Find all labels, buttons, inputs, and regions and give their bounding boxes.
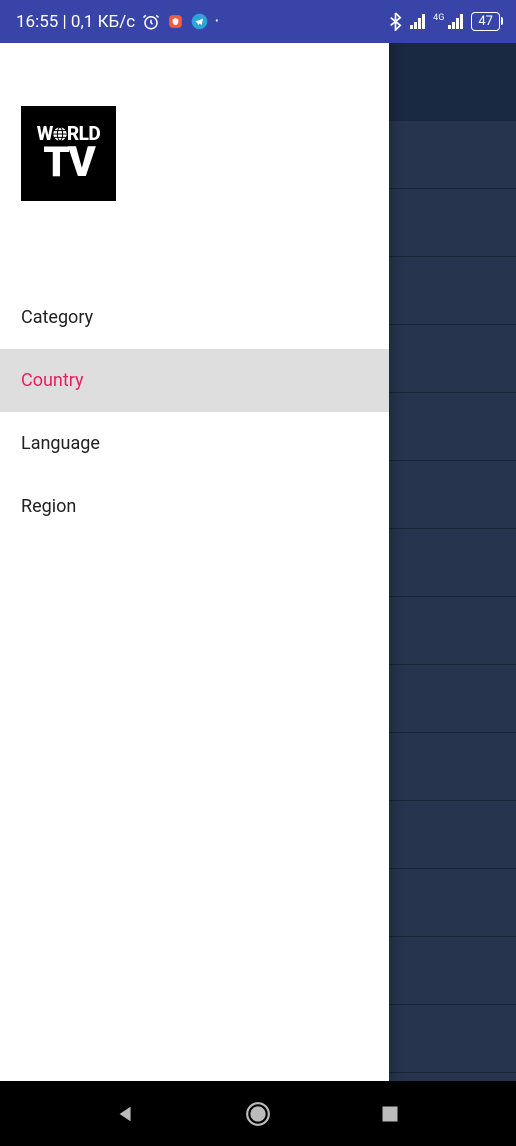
- status-left-group: 16:55 | 0,1 КБ/с •: [16, 12, 219, 32]
- signal-icon-1: [410, 14, 425, 29]
- network-type: 4G: [433, 13, 444, 23]
- bluetooth-icon: [389, 12, 402, 31]
- navigation-drawer: W RLD TV Category Country Language Regio…: [0, 43, 389, 1081]
- app-logo: W RLD TV: [21, 106, 116, 201]
- status-right-group: 4G 47: [389, 12, 500, 31]
- drawer-menu: Category Country Language Region: [0, 286, 389, 538]
- alarm-icon: [142, 13, 160, 31]
- drawer-item-category[interactable]: Category: [0, 286, 389, 349]
- drawer-header: W RLD TV: [0, 43, 389, 286]
- status-bar: 16:55 | 0,1 КБ/с • 4G 47: [0, 0, 516, 43]
- dot-icon: •: [215, 16, 218, 27]
- signal-icon-2: [448, 14, 463, 29]
- drawer-item-region[interactable]: Region: [0, 475, 389, 538]
- back-button[interactable]: [86, 1094, 166, 1134]
- drawer-item-country[interactable]: Country: [0, 349, 389, 412]
- drawer-item-language[interactable]: Language: [0, 412, 389, 475]
- shield-icon: [167, 13, 184, 30]
- battery-icon: 47: [471, 12, 500, 31]
- home-button[interactable]: [218, 1094, 298, 1134]
- main-area: W RLD TV Category Country Language Regio…: [0, 43, 516, 1081]
- logo-line-2: TV: [43, 143, 94, 183]
- telegram-icon: [191, 13, 208, 30]
- recents-button[interactable]: [350, 1094, 430, 1134]
- system-nav-bar: [0, 1081, 516, 1146]
- status-time-data: 16:55 | 0,1 КБ/с: [16, 12, 135, 32]
